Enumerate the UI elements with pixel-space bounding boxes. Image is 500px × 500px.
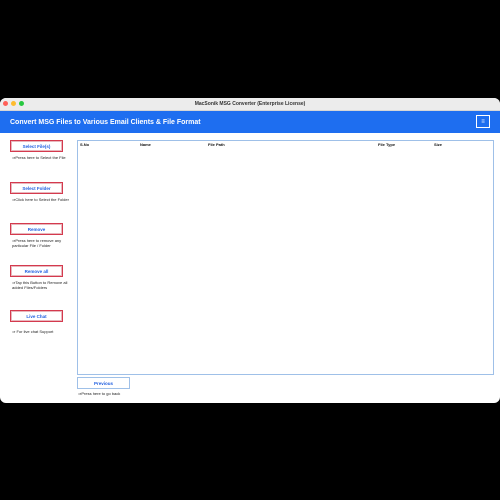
remove-all-button[interactable]: Remove all	[10, 265, 63, 277]
remove-all-hint: ⇒Tap this Button to Remove all added Fil…	[12, 280, 68, 290]
previous-button[interactable]: Previous	[77, 377, 130, 389]
remove-hint: ⇒Press here to remove any particular Fil…	[12, 238, 62, 248]
column-header-sno[interactable]: S.No	[80, 142, 89, 147]
menu-button[interactable]: ≡	[476, 115, 490, 128]
live-chat-hint: ⇒ For live chat Support	[12, 329, 54, 334]
maximize-window-button[interactable]	[19, 101, 24, 106]
column-header-name[interactable]: Name	[140, 142, 151, 147]
minimize-window-button[interactable]	[11, 101, 16, 106]
window-controls	[3, 101, 24, 106]
select-files-button[interactable]: Select File(s)	[10, 140, 63, 152]
select-folder-hint: ⇒Click here to Select the Folder	[12, 197, 69, 202]
live-chat-button[interactable]: Live Chat	[10, 310, 63, 322]
column-header-size[interactable]: Size	[434, 142, 442, 147]
hamburger-icon: ≡	[481, 118, 485, 125]
column-header-file-path[interactable]: File Path	[208, 142, 225, 147]
header-banner: Convert MSG Files to Various Email Clien…	[0, 111, 500, 133]
app-window: MacSonik MSG Converter (Enterprise Licen…	[0, 98, 500, 403]
window-title: MacSonik MSG Converter (Enterprise Licen…	[194, 101, 306, 107]
select-folder-button[interactable]: Select Folder	[10, 182, 63, 194]
select-files-hint: ⇒Press here to Select the File	[12, 155, 66, 160]
file-table[interactable]: S.No Name File Path File Type Size	[77, 140, 494, 375]
close-window-button[interactable]	[3, 101, 8, 106]
previous-hint: ⇒Press here to go back	[78, 391, 121, 396]
page-title: Convert MSG Files to Various Email Clien…	[10, 118, 201, 126]
column-header-file-type[interactable]: File Type	[378, 142, 395, 147]
title-bar: MacSonik MSG Converter (Enterprise Licen…	[0, 98, 500, 111]
remove-button[interactable]: Remove	[10, 223, 63, 235]
